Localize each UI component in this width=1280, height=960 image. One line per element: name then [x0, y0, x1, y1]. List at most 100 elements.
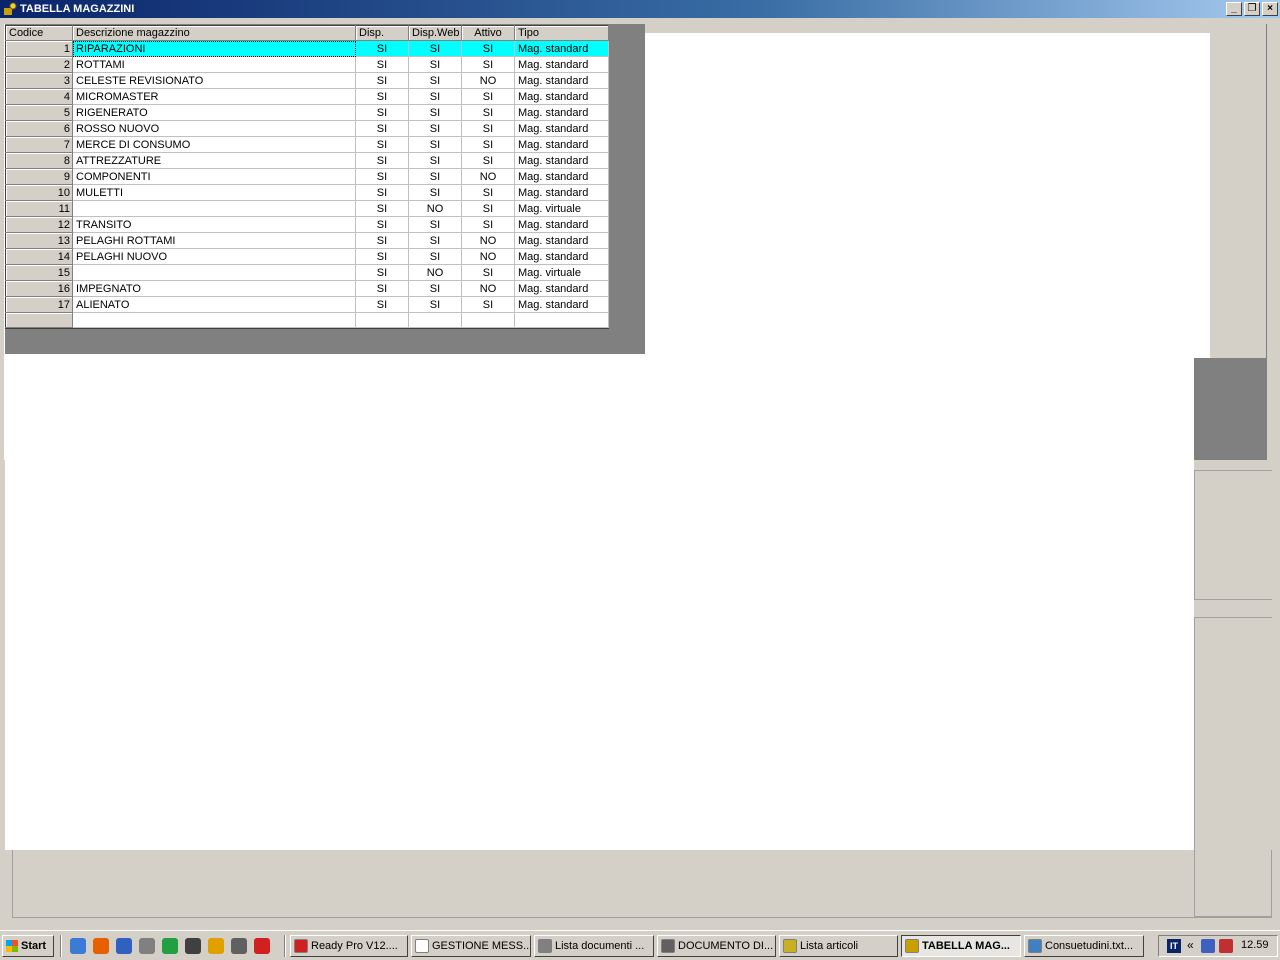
cell-tipo[interactable]	[514, 312, 609, 328]
cell-attivo[interactable]: SI	[461, 184, 515, 201]
table-row[interactable]: 8 ATTREZZATURE SI SI SI Mag. standard	[5, 152, 609, 169]
cell-disp-web[interactable]: SI	[408, 152, 462, 169]
cell-descrizione[interactable]: RIGENERATO	[72, 104, 356, 121]
cell-disp-web[interactable]	[408, 312, 462, 328]
table-row[interactable]: 10 MULETTI SI SI SI Mag. standard	[5, 184, 609, 201]
cell-disp[interactable]: SI	[355, 40, 409, 57]
cell-codice[interactable]: 13	[5, 232, 73, 249]
cell-disp-web[interactable]: SI	[408, 104, 462, 121]
taskbar-task-button[interactable]: TABELLA MAG...	[901, 935, 1021, 957]
cell-disp-web[interactable]: SI	[408, 40, 462, 57]
cell-descrizione[interactable]	[72, 264, 356, 281]
cell-disp[interactable]: SI	[355, 280, 409, 297]
table-row[interactable]: 17 ALIENATO SI SI SI Mag. standard	[5, 296, 609, 313]
cell-attivo[interactable]: NO	[461, 248, 515, 265]
cell-disp[interactable]: SI	[355, 200, 409, 217]
header-descrizione[interactable]: Descrizione magazzino	[72, 25, 356, 41]
cell-disp[interactable]: SI	[355, 104, 409, 121]
table-row[interactable]: 5 RIGENERATO SI SI SI Mag. standard	[5, 104, 609, 121]
minimize-button[interactable]: _	[1226, 2, 1242, 16]
cell-descrizione[interactable]: MERCE DI CONSUMO	[72, 136, 356, 153]
header-disp[interactable]: Disp.	[355, 25, 409, 41]
table-row[interactable]: 3 CELESTE REVISIONATO SI SI NO Mag. standard	[5, 72, 609, 89]
cell-disp[interactable]: SI	[355, 184, 409, 201]
antivirus-icon[interactable]	[1219, 939, 1233, 953]
cell-disp[interactable]: SI	[355, 168, 409, 185]
cell-codice[interactable]: 11	[5, 200, 73, 217]
cell-codice[interactable]: 14	[5, 248, 73, 265]
cell-disp[interactable]	[355, 312, 409, 328]
cell-descrizione[interactable]: MULETTI	[72, 184, 356, 201]
cell-descrizione[interactable]: COMPONENTI	[72, 168, 356, 185]
cell-disp[interactable]: SI	[355, 248, 409, 265]
header-attivo[interactable]: Attivo	[461, 25, 515, 41]
cell-tipo[interactable]: Mag. standard	[514, 184, 609, 201]
cell-descrizione[interactable]	[72, 200, 356, 217]
cell-descrizione[interactable]: ROSSO NUOVO	[72, 120, 356, 137]
warehouse-grid[interactable]: Codice Descrizione magazzino Disp. Disp.…	[5, 25, 609, 329]
cell-codice[interactable]: 2	[5, 56, 73, 73]
cell-descrizione[interactable]: TRANSITO	[72, 216, 356, 233]
window-titlebar[interactable]: TABELLA MAGAZZINI _ ❐ ×	[0, 0, 1280, 18]
cell-codice[interactable]: 9	[5, 168, 73, 185]
cell-tipo[interactable]: Mag. standard	[514, 72, 609, 89]
cell-codice[interactable]: 15	[5, 264, 73, 281]
taskbar-task-button[interactable]: Lista documenti ...	[534, 935, 654, 957]
table-row-empty[interactable]	[5, 312, 609, 328]
taskbar-task-button[interactable]: Lista articoli	[779, 935, 898, 957]
cell-disp[interactable]: SI	[355, 72, 409, 89]
cell-attivo[interactable]: SI	[461, 152, 515, 169]
cell-disp[interactable]: SI	[355, 136, 409, 153]
cell-codice[interactable]: 7	[5, 136, 73, 153]
firefox-icon[interactable]	[93, 938, 109, 954]
cell-descrizione[interactable]: ROTTAMI	[72, 56, 356, 73]
cell-disp[interactable]: SI	[355, 120, 409, 137]
table-row[interactable]: 9 COMPONENTI SI SI NO Mag. standard	[5, 168, 609, 185]
cell-descrizione[interactable]: MICROMASTER	[72, 88, 356, 105]
table-row[interactable]: 2 ROTTAMI SI SI SI Mag. standard	[5, 56, 609, 73]
restore-button[interactable]: ❐	[1244, 2, 1260, 16]
cell-descrizione[interactable]: PELAGHI ROTTAMI	[72, 232, 356, 249]
close-button[interactable]: ×	[1262, 2, 1278, 16]
cell-tipo[interactable]: Mag. standard	[514, 216, 609, 233]
cell-descrizione[interactable]: CELESTE REVISIONATO	[72, 72, 356, 89]
cell-codice[interactable]: 17	[5, 296, 73, 313]
table-row[interactable]: 11 SI NO SI Mag. virtuale	[5, 200, 609, 217]
tray-expand-chevron[interactable]: «	[1187, 938, 1194, 952]
start-button[interactable]: Start	[2, 935, 54, 957]
header-disp-web[interactable]: Disp.Web	[408, 25, 462, 41]
cell-attivo[interactable]	[461, 312, 515, 328]
cell-codice[interactable]: 16	[5, 280, 73, 297]
cell-descrizione[interactable]: RIPARAZIONI	[72, 40, 356, 57]
cell-disp[interactable]: SI	[355, 232, 409, 249]
browser-icon[interactable]	[116, 938, 132, 954]
cell-attivo[interactable]: NO	[461, 280, 515, 297]
cell-attivo[interactable]: SI	[461, 88, 515, 105]
cell-codice[interactable]: 8	[5, 152, 73, 169]
taskbar-task-button[interactable]: Ready Pro V12....	[290, 935, 408, 957]
cell-disp[interactable]: SI	[355, 56, 409, 73]
cell-disp-web[interactable]: SI	[408, 120, 462, 137]
table-row[interactable]: 14 PELAGHI NUOVO SI SI NO Mag. standard	[5, 248, 609, 265]
cell-attivo[interactable]: NO	[461, 232, 515, 249]
cell-codice[interactable]: 4	[5, 88, 73, 105]
cell-disp-web[interactable]: SI	[408, 168, 462, 185]
cell-tipo[interactable]: Mag. standard	[514, 296, 609, 313]
cell-attivo[interactable]: SI	[461, 56, 515, 73]
cell-codice[interactable]	[5, 312, 73, 328]
cell-disp-web[interactable]: SI	[408, 56, 462, 73]
cell-attivo[interactable]: SI	[461, 120, 515, 137]
cell-codice[interactable]: 3	[5, 72, 73, 89]
cell-disp-web[interactable]: SI	[408, 248, 462, 265]
header-tipo[interactable]: Tipo	[514, 25, 609, 41]
table-row[interactable]: 1 RIPARAZIONI SI SI SI Mag. standard	[5, 40, 609, 57]
cell-tipo[interactable]: Mag. standard	[514, 168, 609, 185]
cell-disp-web[interactable]: SI	[408, 184, 462, 201]
cell-tipo[interactable]: Mag. virtuale	[514, 264, 609, 281]
cell-disp[interactable]: SI	[355, 88, 409, 105]
cell-attivo[interactable]: NO	[461, 72, 515, 89]
cell-attivo[interactable]: SI	[461, 200, 515, 217]
tool-icon[interactable]	[231, 938, 247, 954]
cell-attivo[interactable]: SI	[461, 216, 515, 233]
taskbar-task-button[interactable]: GESTIONE MESS...	[411, 935, 531, 957]
